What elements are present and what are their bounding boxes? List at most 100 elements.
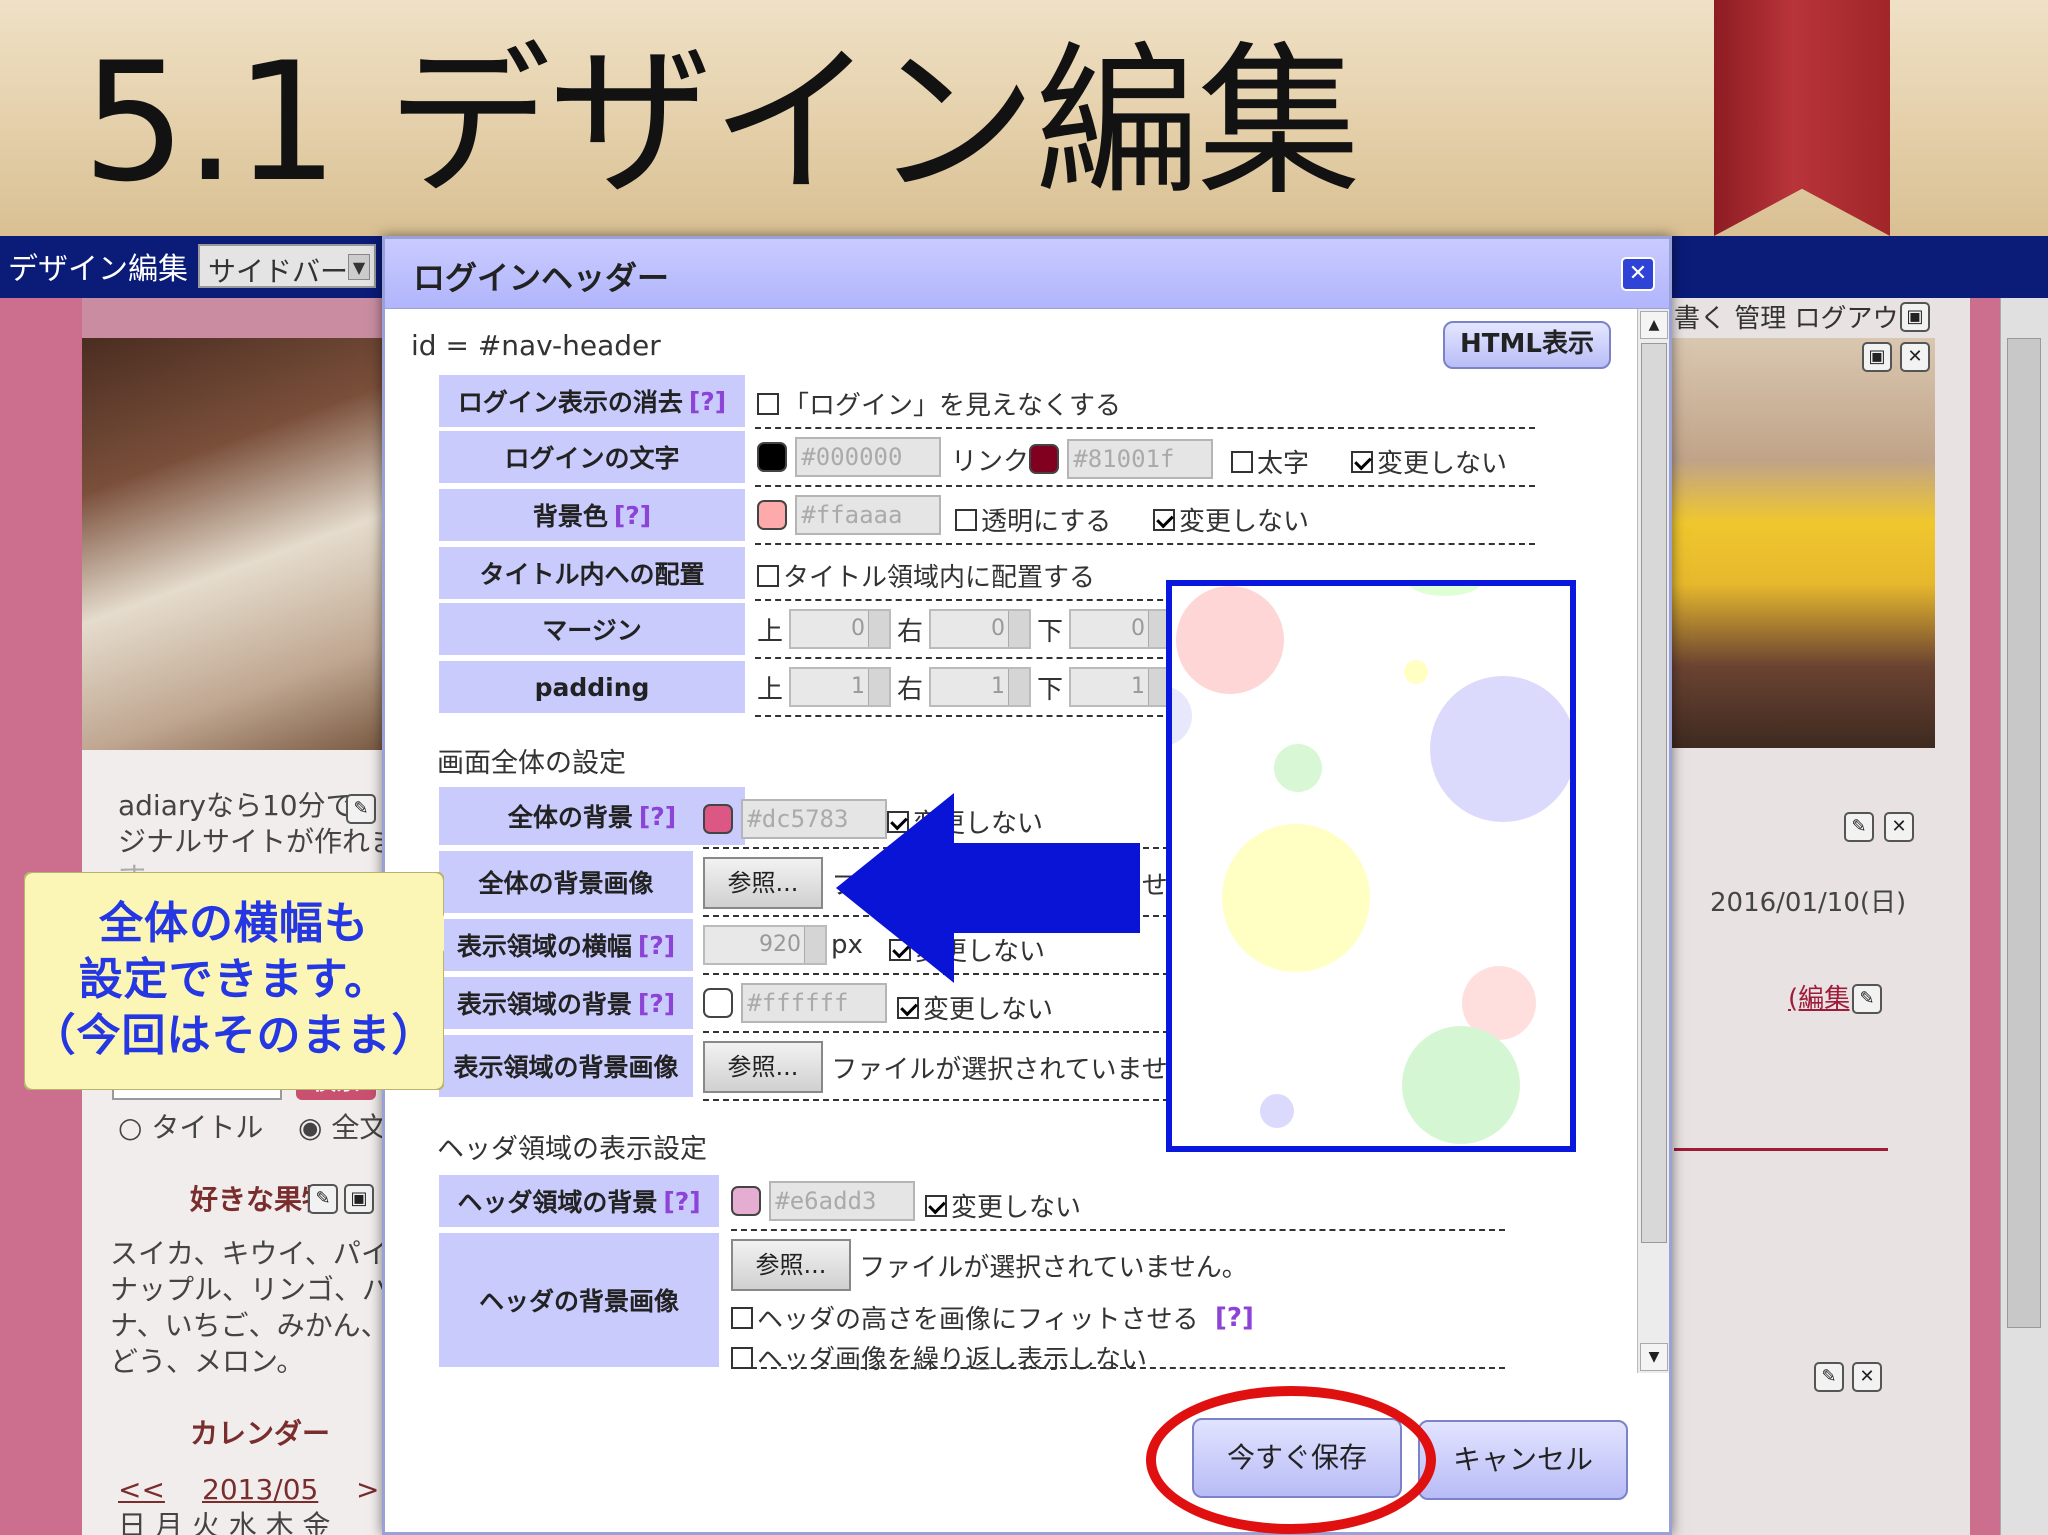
wrench-icon[interactable]: ✎ (1852, 984, 1882, 1014)
page-scrollbar[interactable] (2000, 298, 2048, 1535)
fruit-text: スイカ、キウイ、パイ (110, 1237, 389, 1270)
cancel-button[interactable]: キャンセル (1418, 1420, 1628, 1500)
label-global-bg: 全体の背景 [?] (439, 787, 745, 847)
fit-height-checkbox[interactable]: ヘッダの高さを画像にフィットさせる [?] (731, 1299, 1254, 1336)
nochange-checkbox[interactable]: 変更しない (925, 1187, 1081, 1224)
sidebar-select[interactable]: サイドバー ▼ (198, 244, 376, 288)
browse-button[interactable]: 参照... (703, 857, 823, 909)
transparent-checkbox[interactable]: 透明にする (955, 501, 1111, 538)
help-link[interactable]: [?] (638, 931, 675, 960)
html-view-button[interactable]: HTML表示 (1443, 321, 1611, 369)
label-placement: タイトル内への配置 (439, 547, 745, 601)
padding-bottom-spinner[interactable]: 1 (1069, 667, 1172, 707)
scroll-thumb[interactable] (1641, 343, 1667, 1243)
slide-title: 5.1 デザイン編集 (82, 27, 1361, 218)
dialog-title: ログインヘッダー (413, 259, 670, 297)
preview-dot (1274, 744, 1322, 792)
divider (755, 543, 1535, 545)
padding-top-spinner[interactable]: 1 (789, 667, 892, 707)
color-swatch[interactable] (703, 804, 733, 834)
color-swatch[interactable] (703, 988, 733, 1018)
close-icon[interactable]: ✕ (1884, 812, 1914, 842)
preview-dot (1172, 686, 1192, 746)
image-icon[interactable]: ▣ (1862, 342, 1892, 372)
color-swatch[interactable] (1029, 444, 1060, 474)
close-icon[interactable]: ✕ (1852, 1362, 1882, 1392)
color-swatch[interactable] (757, 500, 787, 530)
label-bg-color: 背景色 [?] (439, 489, 745, 543)
padding-right-spinner[interactable]: 1 (929, 667, 1032, 707)
divider (755, 485, 1535, 487)
wrench-icon[interactable]: ✎ (308, 1184, 338, 1214)
link-color-field[interactable]: リンク #81001f (951, 439, 1214, 479)
width-spinner[interactable]: 920 (703, 925, 827, 965)
divider (755, 427, 1535, 429)
label-header-bgimage: ヘッダの背景画像 (439, 1233, 719, 1369)
login-color-field[interactable]: #000000 (757, 437, 942, 477)
preview-dot (1430, 676, 1570, 822)
radio-title[interactable]: ○ タイトル (118, 1110, 263, 1146)
bold-checkbox[interactable]: 太字 (1231, 443, 1309, 480)
scroll-down-icon[interactable]: ▼ (1640, 1343, 1668, 1371)
image-icon[interactable]: ▣ (1900, 302, 1930, 332)
label-margin: マージン (439, 603, 745, 657)
calendar-next-link[interactable]: > (356, 1472, 379, 1508)
help-link[interactable]: [?] (689, 387, 726, 416)
section-header-title: ヘッダ領域の表示設定 (437, 1134, 707, 1165)
chevron-down-icon: ▼ (348, 254, 370, 280)
edit-link[interactable]: (編集) (1788, 978, 1860, 1015)
fruit-text: どう、メロン。 (110, 1345, 305, 1378)
wrench-icon[interactable]: ✎ (1814, 1362, 1844, 1392)
help-link[interactable]: [?] (639, 802, 676, 831)
divider (731, 1229, 1505, 1231)
label-area-bgimage: 表示領域の背景画像 (439, 1035, 693, 1099)
padding-fields: 上1 右1 下1 (757, 667, 1172, 707)
help-link[interactable]: [?] (614, 501, 651, 530)
section-global-title: 画面全体の設定 (437, 748, 626, 779)
highlight-ring (1146, 1386, 1436, 1534)
dialog-scrollbar[interactable]: ▲ ▼ (1637, 309, 1669, 1373)
help-link[interactable]: [?] (638, 989, 675, 1018)
preview-dot (1404, 660, 1428, 684)
header-bg-field[interactable]: #e6add3 (731, 1181, 916, 1221)
radio-all[interactable]: ◉ 全文 (298, 1110, 387, 1146)
close-icon[interactable]: ✕ (1900, 342, 1930, 372)
calendar-heading: カレンダー (190, 1417, 331, 1450)
wrench-icon[interactable]: ✎ (346, 794, 376, 824)
post-date: 2016/01/10(日) (1710, 888, 1907, 918)
area-bg-field[interactable]: #ffffff (703, 983, 888, 1023)
nochange-checkbox[interactable]: 変更しない (1153, 501, 1309, 538)
margin-top-spinner[interactable]: 0 (789, 609, 892, 649)
calendar-prev-link[interactable]: << (118, 1472, 165, 1508)
wrench-icon[interactable]: ✎ (1844, 812, 1874, 842)
preview-dot (1260, 1094, 1294, 1128)
browse-button[interactable]: 参照... (731, 1239, 851, 1291)
calendar-month[interactable]: 2013/05 (202, 1472, 318, 1508)
sidebar-select-value: サイドバー (208, 255, 349, 288)
help-link[interactable]: [?] (1215, 1303, 1254, 1333)
margin-bottom-spinner[interactable]: 0 (1069, 609, 1172, 649)
label-login-text: ログインの文字 (439, 431, 745, 485)
color-swatch[interactable] (757, 442, 787, 472)
label-header-bg: ヘッダ領域の背景 [?] (439, 1175, 719, 1229)
header-photo-right (1670, 338, 1935, 748)
placement-checkbox[interactable]: タイトル領域内に配置する (757, 557, 1095, 594)
browse-button[interactable]: 参照... (703, 1041, 823, 1093)
preview-dot (1176, 586, 1284, 694)
close-icon[interactable]: ✕ (1621, 257, 1655, 291)
image-icon[interactable]: ▣ (344, 1184, 374, 1214)
nochange-checkbox[interactable]: 変更しない (1351, 443, 1507, 480)
fruit-text: ナップル、リンゴ、バ (110, 1273, 391, 1306)
nochange-checkbox[interactable]: 変更しない (897, 989, 1053, 1026)
help-link[interactable]: [?] (663, 1187, 700, 1216)
label-area-bg: 表示領域の背景 [?] (439, 977, 693, 1031)
dialog-titlebar[interactable]: ログインヘッダー ✕ (385, 239, 1669, 309)
hide-login-checkbox[interactable]: 「ログイン」を見えなくする (757, 385, 1121, 422)
scroll-up-icon[interactable]: ▲ (1640, 311, 1668, 339)
intro-text: adiaryなら10分で (118, 789, 354, 822)
admin-links[interactable]: 書く 管理 ログアウト (1674, 298, 1925, 335)
margin-fields: 上0 右0 下0 (757, 609, 1172, 649)
color-swatch[interactable] (731, 1186, 761, 1216)
margin-right-spinner[interactable]: 0 (929, 609, 1032, 649)
bg-color-field[interactable]: #ffaaaa (757, 495, 942, 535)
